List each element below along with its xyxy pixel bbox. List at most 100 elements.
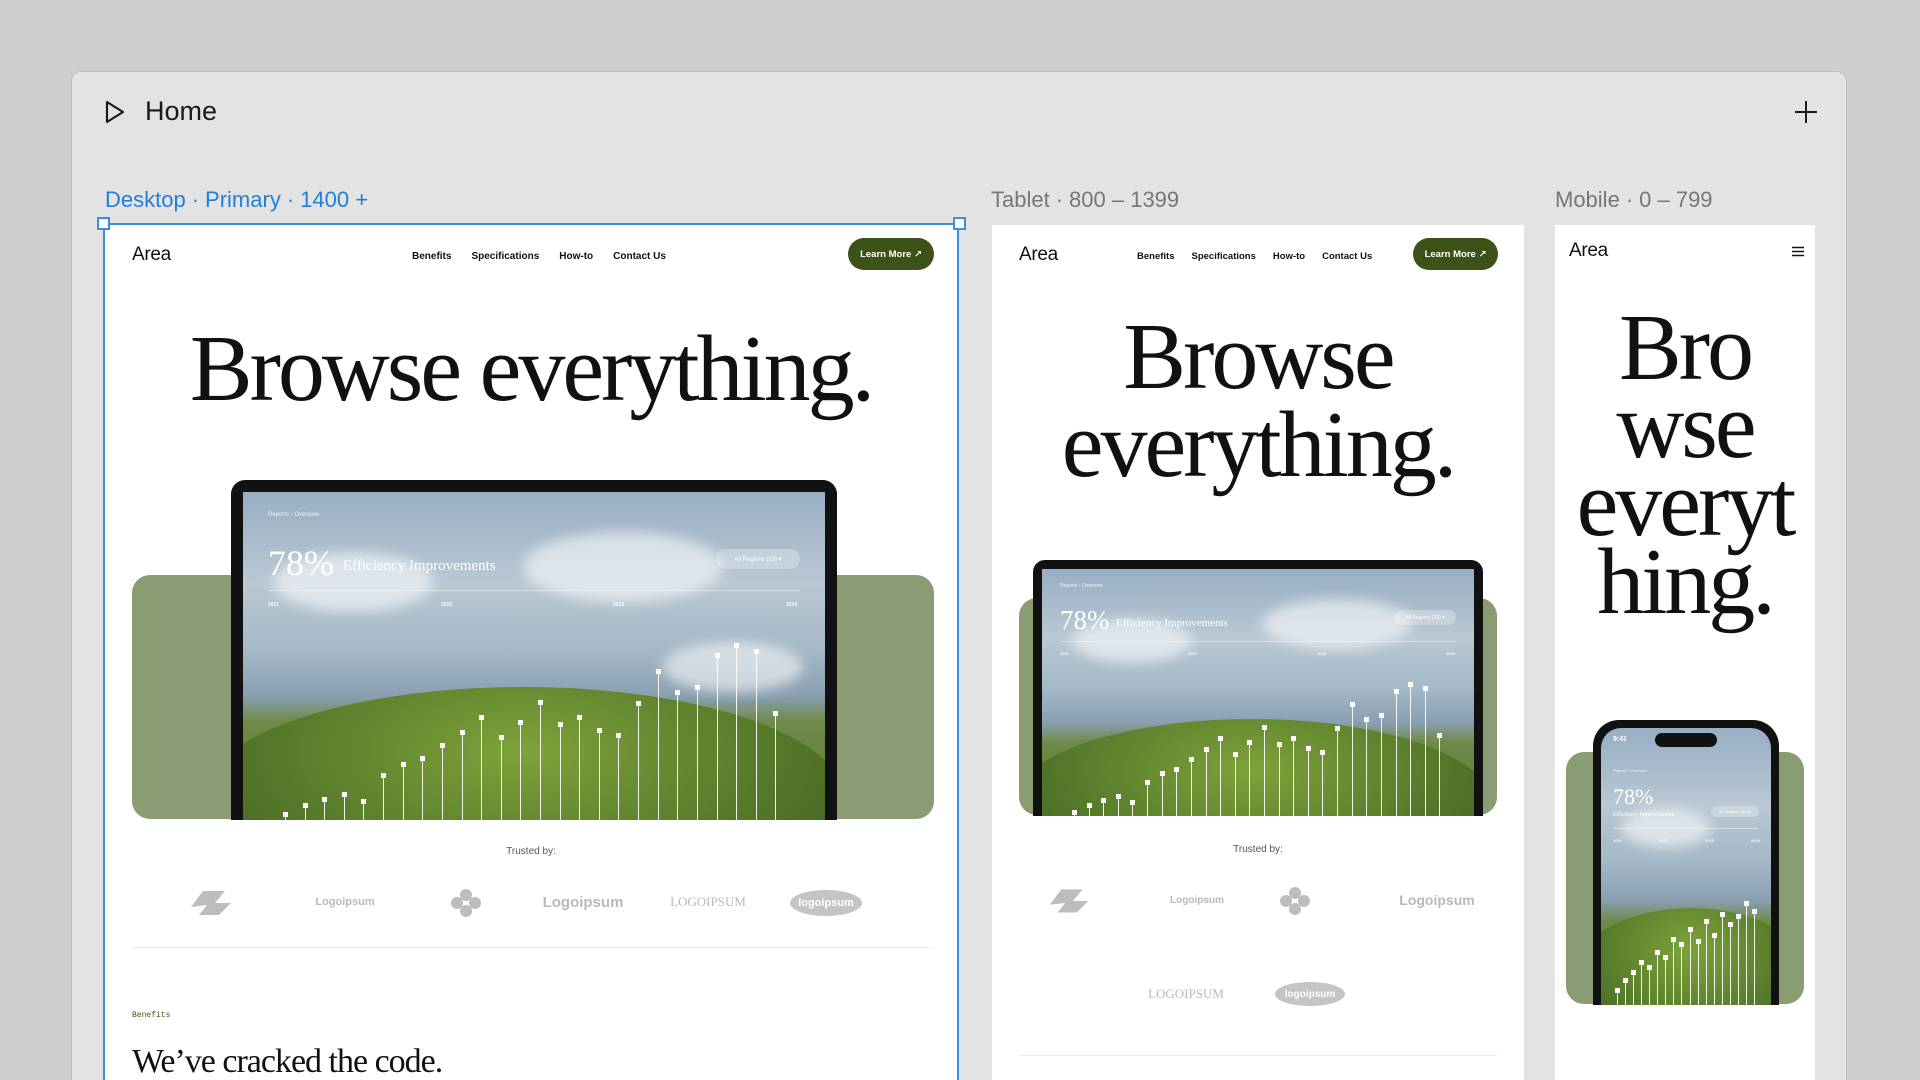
chart-bar (618, 735, 619, 820)
breakpoint-range: 0 – 799 (1639, 187, 1713, 212)
chart-point (1335, 726, 1340, 731)
chart-point (322, 797, 327, 802)
chart-point (1679, 942, 1684, 947)
stat-label: Efficiency Improvements (1613, 812, 1675, 818)
chart-point (1320, 750, 1325, 755)
stat-value: 78% (268, 543, 334, 583)
chart-bar (1366, 719, 1367, 816)
chart-point (1623, 978, 1628, 983)
toolbar: Home (72, 72, 1846, 152)
year-label: 2022 (1659, 838, 1668, 843)
chart-point (715, 653, 720, 658)
nav-contact-us[interactable]: Contact Us (613, 251, 666, 262)
section-divider (1019, 1055, 1497, 1056)
add-breakpoint-icon[interactable] (1792, 98, 1820, 126)
chart-point (1663, 955, 1668, 960)
partner-logo: LOGOIPSUM (670, 894, 746, 909)
chart-bar (1322, 752, 1323, 816)
status-time: 9:41 (1613, 736, 1628, 743)
chart-point (1736, 914, 1741, 919)
chart-bar (383, 775, 384, 820)
learn-more-button[interactable]: Learn More ↗ (1413, 238, 1498, 270)
desktop-frame[interactable]: Area Benefits Specifications How-to Cont… (103, 223, 959, 1080)
chart-bar (1730, 924, 1731, 1005)
region-filter[interactable]: All Regions (33) ▾ (1394, 610, 1456, 625)
hero-heading: Bro wse everyt hing. (1555, 301, 1815, 629)
brand-logo[interactable]: Area (132, 244, 171, 266)
breakpoint-label-tablet[interactable]: Tablet · 800 – 1399 (991, 187, 1179, 213)
selection-handle-top-left[interactable] (97, 217, 110, 230)
hero-heading: Browse everything. (189, 317, 875, 421)
brand-logo[interactable]: Area (1569, 240, 1608, 262)
chart-point (1364, 717, 1369, 722)
year-label: 2021 (1060, 651, 1069, 656)
breakpoint-label-desktop[interactable]: Desktop · Primary · 1400 + (105, 187, 368, 213)
partner-logo: Logoipsum (542, 893, 624, 911)
stat-label: Efficiency Improvements (343, 558, 496, 574)
chart-point (460, 730, 465, 735)
chart-point (1189, 757, 1194, 762)
partner-logo: LOGOIPSUM (1148, 986, 1224, 1001)
chart-bar (599, 730, 600, 820)
chart-bar (658, 671, 659, 820)
chart-point (1306, 746, 1311, 751)
chart-bar (1625, 980, 1626, 1005)
chart-point (1394, 689, 1399, 694)
breadcrumb: Reports › Overview (268, 512, 320, 518)
year-label: 2022 (1188, 651, 1197, 656)
chart-bar (1722, 914, 1723, 1005)
chart-bar (1665, 957, 1666, 1005)
nav-contact-us[interactable]: Contact Us (1322, 251, 1372, 262)
section-kicker: Benefits (132, 1011, 171, 1020)
region-filter[interactable]: All Regions (33) ▾ (716, 549, 800, 569)
breakpoint-name: Mobile (1555, 187, 1620, 212)
chart-bar (1754, 911, 1755, 1005)
mobile-frame[interactable]: Area Bro wse everyt hing. 9:41 Reports ›… (1555, 225, 1815, 1080)
chart-point (361, 799, 366, 804)
tablet-frame[interactable]: Area Benefits Specifications How-to Cont… (992, 225, 1524, 1080)
year-label: 2024 (1446, 651, 1455, 656)
region-filter[interactable]: All Regions (33) ▾ (1711, 806, 1759, 817)
chart-bar (1337, 728, 1338, 816)
chart-bar (1396, 691, 1397, 816)
chart-bar (1352, 704, 1353, 816)
chart-point (577, 715, 582, 720)
year-label: 2022 (441, 602, 453, 608)
chart-point (1218, 736, 1223, 741)
chart-bar (1439, 735, 1440, 816)
chart-bar (1746, 903, 1747, 1005)
stat-value: 78% (1613, 784, 1654, 809)
chart-point (1174, 767, 1179, 772)
nav-how-to[interactable]: How-to (559, 251, 593, 262)
play-icon[interactable] (100, 98, 128, 126)
chart-bar (1690, 929, 1691, 1005)
chart-point (754, 649, 759, 654)
nav-how-to[interactable]: How-to (1273, 251, 1305, 262)
chart-point (479, 715, 484, 720)
partner-logo: logoipsum (1275, 982, 1345, 1006)
chart-point (1704, 919, 1709, 924)
chart-bar (1162, 773, 1163, 816)
chart-point (1647, 965, 1652, 970)
stat-value: 78% (1060, 605, 1110, 635)
nav-specifications[interactable]: Specifications (1191, 251, 1255, 262)
learn-more-button[interactable]: Learn More ↗ (848, 238, 934, 270)
breakpoint-name: Desktop (105, 187, 186, 212)
breakpoint-label-mobile[interactable]: Mobile · 0 – 799 (1555, 187, 1713, 213)
hamburger-menu-icon[interactable] (1791, 246, 1805, 257)
chart-point (1087, 803, 1092, 808)
nav-specifications[interactable]: Specifications (471, 251, 539, 262)
chart-point (283, 812, 288, 817)
chart-point (1437, 733, 1442, 738)
nav-benefits[interactable]: Benefits (412, 251, 451, 262)
nav-benefits[interactable]: Benefits (1137, 251, 1174, 262)
chart-point (1752, 909, 1757, 914)
chart-point (440, 743, 445, 748)
chart-point (1631, 970, 1636, 975)
partner-logo: Logoipsum (1399, 892, 1475, 908)
brand-logo[interactable]: Area (1019, 244, 1058, 266)
selection-handle-top-right[interactable] (953, 217, 966, 230)
chart-point (616, 733, 621, 738)
year-label: 2023 (1317, 651, 1326, 656)
year-label: 2024 (786, 602, 798, 608)
